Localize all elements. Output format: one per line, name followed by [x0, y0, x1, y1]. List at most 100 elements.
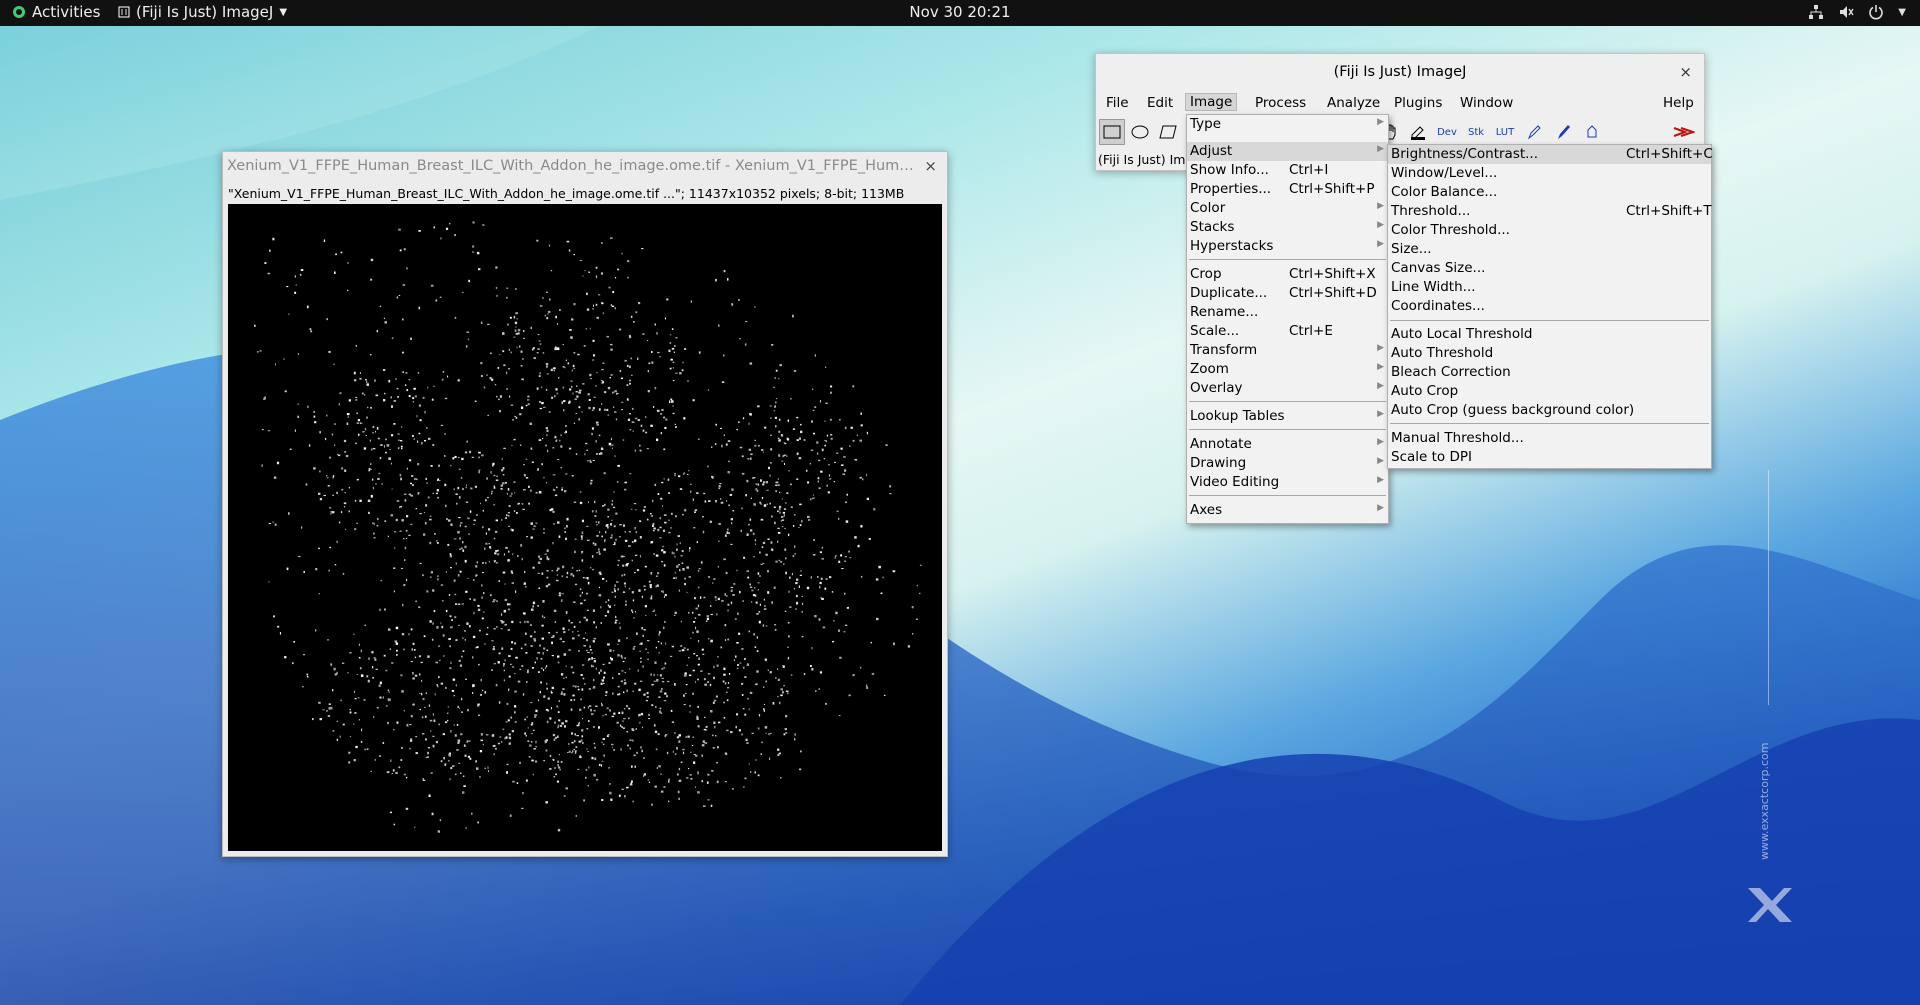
- network-icon: [1809, 5, 1824, 19]
- menu-item-label: Line Width...: [1391, 279, 1476, 295]
- watermark-text: www.exxactcorp.com: [1758, 743, 1771, 860]
- image-menu-item[interactable]: Rename...: [1187, 303, 1388, 322]
- adjust-menu-item[interactable]: Color Balance...: [1388, 183, 1711, 202]
- adjust-menu-item[interactable]: Brightness/Contrast... Ctrl+Shift+C: [1388, 145, 1713, 164]
- dev-tool[interactable]: Dev: [1434, 119, 1460, 145]
- image-menu-item[interactable]: Stacks ▶: [1187, 218, 1388, 237]
- submenu-arrow-icon: ▶: [1377, 437, 1384, 447]
- image-menu-item[interactable]: Scale... Ctrl+E: [1187, 322, 1388, 341]
- adjust-menu-item[interactable]: Auto Crop: [1388, 382, 1711, 401]
- image-window[interactable]: Xenium_V1_FFPE_Human_Breast_ILC_With_Add…: [222, 151, 948, 857]
- image-canvas[interactable]: [228, 204, 942, 851]
- dev-label: Dev: [1437, 126, 1457, 138]
- adjust-menu-item[interactable]: Bleach Correction: [1388, 363, 1711, 382]
- adjust-menu-item[interactable]: Canvas Size...: [1388, 259, 1711, 278]
- image-menu-item[interactable]: Lookup Tables ▶: [1187, 407, 1388, 426]
- menu-file[interactable]: File: [1106, 95, 1129, 111]
- menu-item-label: Auto Crop: [1391, 383, 1459, 399]
- menu-item-label: Annotate: [1190, 436, 1252, 452]
- submenu-arrow-icon: ▶: [1377, 381, 1384, 391]
- adjust-menu-item[interactable]: Color Threshold...: [1388, 221, 1711, 240]
- app-menu[interactable]: (Fiji Is Just) ImageJ ▼: [118, 3, 287, 21]
- menu-item-shortcut: Ctrl+Shift+P: [1289, 181, 1375, 197]
- adjust-menu-item[interactable]: Line Width...: [1388, 278, 1711, 297]
- adjust-menu-item[interactable]: Auto Threshold: [1388, 344, 1711, 363]
- adjust-menu-item[interactable]: Auto Crop (guess background color): [1388, 401, 1711, 420]
- imagej-window-title: (Fiji Is Just) ImageJ: [1333, 64, 1467, 80]
- menu-item-shortcut: Ctrl+Shift+X: [1289, 266, 1376, 282]
- double-arrow-icon: [1673, 127, 1695, 137]
- menu-item-label: Rename...: [1190, 304, 1259, 320]
- image-menu-item[interactable]: Hyperstacks ▶: [1187, 237, 1388, 256]
- submenu-arrow-icon: ▶: [1377, 201, 1384, 211]
- image-menu-item[interactable]: Show Info... Ctrl+I: [1187, 161, 1388, 180]
- gnome-logo-icon: [13, 6, 25, 18]
- submenu-arrow-icon: ▶: [1377, 362, 1384, 372]
- menu-analyze[interactable]: Analyze: [1327, 95, 1380, 111]
- pencil-tool[interactable]: [1521, 119, 1547, 145]
- menu-plugins[interactable]: Plugins: [1394, 95, 1442, 111]
- image-menu-item[interactable]: Crop Ctrl+Shift+X: [1187, 265, 1388, 284]
- menu-separator: [1189, 495, 1386, 496]
- image-menu-item[interactable]: Type ▶: [1187, 115, 1388, 134]
- menu-item-label: Window/Level...: [1391, 165, 1498, 181]
- lut-tool[interactable]: LUT: [1492, 119, 1518, 145]
- menu-image[interactable]: Image: [1185, 93, 1238, 111]
- activities-label: Activities: [32, 3, 101, 21]
- menu-item-label: Zoom: [1190, 361, 1229, 377]
- dropper-tool[interactable]: [1405, 119, 1431, 145]
- menu-item-label: Lookup Tables: [1190, 408, 1285, 424]
- image-menu-item[interactable]: Overlay ▶: [1187, 379, 1388, 398]
- activities-button[interactable]: Activities: [12, 3, 100, 21]
- oval-icon: [1131, 125, 1149, 139]
- system-tray[interactable]: ▼: [1808, 4, 1906, 20]
- image-menu-item[interactable]: Color ▶: [1187, 199, 1388, 218]
- menu-item-label: Brightness/Contrast...: [1391, 146, 1539, 162]
- menu-item-shortcut: Ctrl+Shift+D: [1289, 285, 1377, 301]
- image-menu-item[interactable]: Transform ▶: [1187, 341, 1388, 360]
- adjust-menu-item[interactable]: Auto Local Threshold: [1388, 325, 1711, 344]
- rectangle-icon: [1103, 125, 1121, 139]
- image-window-close-button[interactable]: ×: [924, 157, 937, 175]
- image-menu-item[interactable]: Zoom ▶: [1187, 360, 1388, 379]
- rectangle-tool[interactable]: [1099, 119, 1125, 145]
- adjust-menu-item[interactable]: Manual Threshold...: [1388, 429, 1711, 448]
- menu-window[interactable]: Window: [1460, 95, 1513, 111]
- brush-tool[interactable]: [1550, 119, 1576, 145]
- chevron-down-icon: ▼: [1898, 6, 1906, 18]
- adjust-menu-item[interactable]: Size...: [1388, 240, 1711, 259]
- menu-process[interactable]: Process: [1255, 95, 1306, 111]
- image-menu-item[interactable]: Annotate ▶: [1187, 435, 1388, 454]
- clock[interactable]: Nov 30 20:21: [909, 3, 1010, 21]
- menu-help[interactable]: Help: [1663, 95, 1694, 111]
- menu-item-label: Auto Crop (guess background color): [1391, 402, 1635, 418]
- menu-item-shortcut: Ctrl+Shift+T: [1626, 203, 1712, 219]
- menu-item-label: Axes: [1190, 502, 1223, 518]
- more-tools-button[interactable]: [1671, 119, 1697, 145]
- flood-fill-tool[interactable]: [1579, 119, 1605, 145]
- image-menu-item[interactable]: Video Editing ▶: [1187, 473, 1388, 492]
- adjust-menu-item[interactable]: Window/Level...: [1388, 164, 1711, 183]
- polygon-tool[interactable]: [1155, 119, 1181, 145]
- menu-item-label: Coordinates...: [1391, 298, 1485, 314]
- stk-tool[interactable]: Stk: [1463, 119, 1489, 145]
- image-menu-item[interactable]: Drawing ▶: [1187, 454, 1388, 473]
- submenu-arrow-icon: ▶: [1377, 239, 1384, 249]
- oval-tool[interactable]: [1127, 119, 1153, 145]
- menu-edit[interactable]: Edit: [1147, 95, 1173, 111]
- adjust-menu-item[interactable]: Coordinates...: [1388, 297, 1711, 316]
- image-menu-item[interactable]: Properties... Ctrl+Shift+P: [1187, 180, 1388, 199]
- imagej-close-button[interactable]: ×: [1679, 63, 1692, 81]
- image-menu-item[interactable]: Axes ▶: [1187, 501, 1388, 520]
- adjust-menu-item[interactable]: Threshold... Ctrl+Shift+T: [1388, 202, 1712, 221]
- exxact-logo-icon: [1748, 888, 1792, 922]
- power-icon: [1869, 5, 1884, 20]
- adjust-menu-item[interactable]: Scale to DPI: [1388, 448, 1711, 467]
- image-menu-item[interactable]: Duplicate... Ctrl+Shift+D: [1187, 284, 1388, 303]
- menu-item-label: Show Info...: [1190, 162, 1269, 178]
- image-menu-item[interactable]: Adjust ▶: [1187, 142, 1388, 161]
- menu-separator: [1390, 423, 1709, 424]
- menu-item-label: Threshold...: [1391, 203, 1471, 219]
- menu-item-label: Color: [1190, 200, 1226, 216]
- submenu-arrow-icon: ▶: [1377, 503, 1384, 513]
